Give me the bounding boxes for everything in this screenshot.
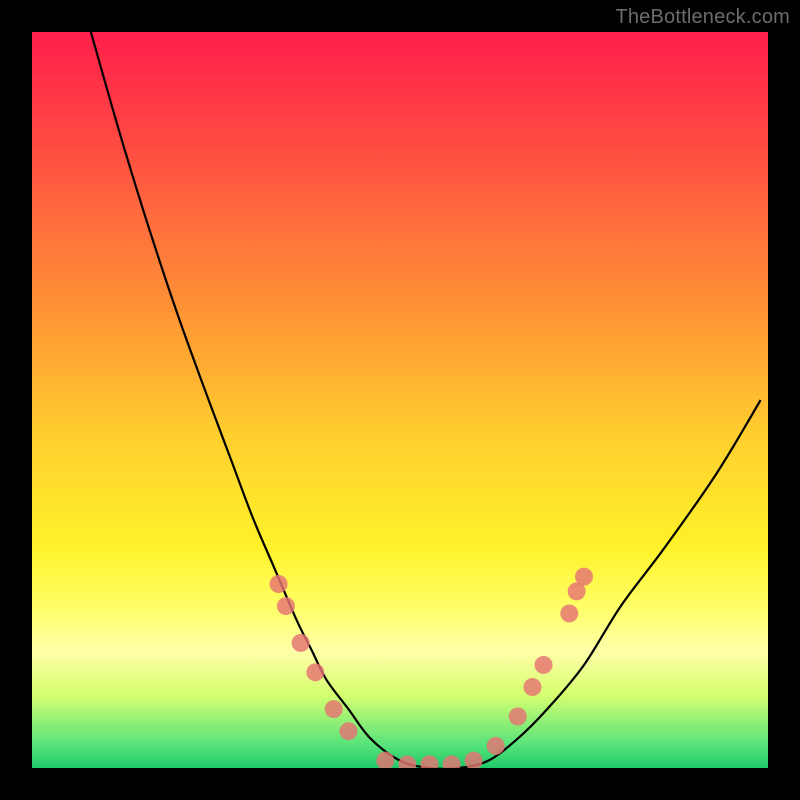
chart-svg — [32, 32, 768, 768]
curve-marker — [306, 663, 324, 681]
curve-marker — [420, 755, 438, 768]
curve-marker — [509, 707, 527, 725]
curve-marker — [535, 656, 553, 674]
curve-marker — [398, 755, 416, 768]
curve-marker — [575, 568, 593, 586]
plot-area — [32, 32, 768, 768]
bottleneck-curve — [91, 32, 761, 768]
curve-marker — [523, 678, 541, 696]
curve-marker — [339, 722, 357, 740]
curve-marker — [560, 604, 578, 622]
curve-marker — [465, 752, 483, 768]
curve-marker — [270, 575, 288, 593]
curve-marker — [376, 752, 394, 768]
chart-frame: TheBottleneck.com — [0, 0, 800, 800]
curve-marker — [292, 634, 310, 652]
curve-marker — [487, 737, 505, 755]
curve-marker — [277, 597, 295, 615]
curve-marker — [325, 700, 343, 718]
watermark-text: TheBottleneck.com — [615, 6, 790, 29]
marker-group — [270, 568, 593, 768]
curve-marker — [443, 755, 461, 768]
